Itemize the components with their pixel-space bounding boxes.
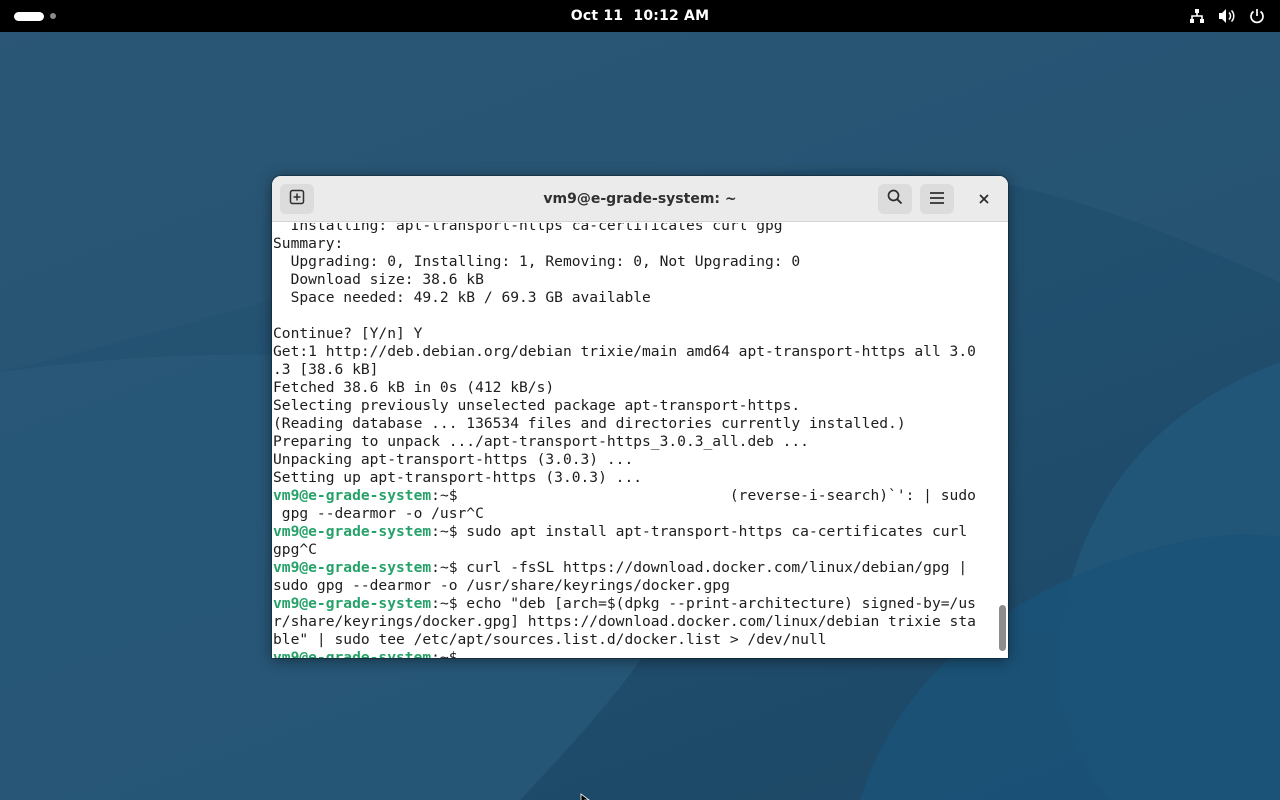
- prompt-suffix: :~$: [431, 487, 458, 504]
- volume-icon[interactable]: [1218, 7, 1236, 25]
- line-text: gpg^C: [273, 541, 317, 558]
- system-tray[interactable]: [1188, 0, 1266, 32]
- terminal-line: vm9@e-grade-system:~$ echo "deb [arch=$(…: [273, 595, 995, 613]
- terminal-line: gpg^C: [273, 541, 995, 559]
- terminal-line: Preparing to unpack .../apt-transport-ht…: [273, 433, 995, 451]
- clock[interactable]: Oct 11 10:12 AM: [571, 8, 709, 24]
- line-text: Upgrading: 0, Installing: 1, Removing: 0…: [273, 253, 801, 270]
- prompt-user-host: vm9@e-grade-system: [273, 595, 432, 612]
- terminal-line: sudo gpg --dearmor -o /usr/share/keyring…: [273, 577, 995, 595]
- terminal-output[interactable]: Installing: apt-transport-https ca-certi…: [272, 223, 1008, 658]
- prompt-user-host: vm9@e-grade-system: [273, 523, 432, 540]
- terminal-line: Get:1 http://deb.debian.org/debian trixi…: [273, 343, 995, 361]
- terminal-scrollbar[interactable]: [997, 223, 1006, 658]
- line-text: Summary:: [273, 235, 344, 252]
- terminal-line: Fetched 38.6 kB in 0s (412 kB/s): [273, 379, 995, 397]
- terminal-text: Installing: apt-transport-https ca-certi…: [273, 223, 995, 658]
- close-icon: [978, 190, 990, 209]
- prompt-suffix: :~$: [431, 523, 458, 540]
- line-text: curl -fsSL https://download.docker.com/l…: [457, 559, 968, 576]
- hamburger-menu-icon: [929, 190, 945, 209]
- terminal-line: Space needed: 49.2 kB / 69.3 GB availabl…: [273, 289, 995, 307]
- terminal-line: Upgrading: 0, Installing: 1, Removing: 0…: [273, 253, 995, 271]
- terminal-line: Summary:: [273, 235, 995, 253]
- network-icon[interactable]: [1188, 7, 1206, 25]
- terminal-line: Selecting previously unselected package …: [273, 397, 995, 415]
- line-text: gpg --dearmor -o /usr^C: [273, 505, 484, 522]
- line-text: Installing: apt-transport-https ca-certi…: [273, 223, 783, 234]
- new-tab-button[interactable]: [280, 184, 314, 214]
- workspace-indicator: [50, 13, 56, 19]
- search-icon: [887, 189, 903, 209]
- terminal-window[interactable]: vm9@e-grade-system: ~ Installing: apt-tr…: [272, 176, 1008, 658]
- terminal-line: Installing: apt-transport-https ca-certi…: [273, 223, 995, 235]
- line-text: (Reading database ... 136534 files and d…: [273, 415, 906, 432]
- terminal-line: Continue? [Y/n] Y: [273, 325, 995, 343]
- power-icon[interactable]: [1248, 7, 1266, 25]
- prompt-user-host: vm9@e-grade-system: [273, 649, 432, 658]
- terminal-line: Setting up apt-transport-https (3.0.3) .…: [273, 469, 995, 487]
- terminal-line: vm9@e-grade-system:~$: [273, 649, 995, 658]
- line-text: Unpacking apt-transport-https (3.0.3) ..…: [273, 451, 634, 468]
- line-text: Download size: 38.6 kB: [273, 271, 484, 288]
- line-text: Selecting previously unselected package …: [273, 397, 801, 414]
- prompt-suffix: :~$: [431, 595, 458, 612]
- prompt-user-host: vm9@e-grade-system: [273, 487, 432, 504]
- line-text: Setting up apt-transport-https (3.0.3) .…: [273, 469, 643, 486]
- workspace-indicator-active: [14, 11, 44, 21]
- terminal-line: r/share/keyrings/docker.gpg] https://dow…: [273, 613, 995, 631]
- terminal-line: Unpacking apt-transport-https (3.0.3) ..…: [273, 451, 995, 469]
- line-text: r/share/keyrings/docker.gpg] https://dow…: [273, 613, 976, 630]
- line-text: echo "deb [arch=$(dpkg --print-architect…: [457, 595, 976, 612]
- terminal-line: gpg --dearmor -o /usr^C: [273, 505, 995, 523]
- terminal-line: vm9@e-grade-system:~$ curl -fsSL https:/…: [273, 559, 995, 577]
- prompt-user-host: vm9@e-grade-system: [273, 559, 432, 576]
- terminal-line: (Reading database ... 136534 files and d…: [273, 415, 995, 433]
- terminal-line: ble" | sudo tee /etc/apt/sources.list.d/…: [273, 631, 995, 649]
- top-bar: Oct 11 10:12 AM: [0, 0, 1280, 32]
- line-text: Continue? [Y/n] Y: [273, 325, 423, 342]
- terminal-line: Download size: 38.6 kB: [273, 271, 995, 289]
- new-tab-icon: [289, 189, 305, 209]
- line-text: Get:1 http://deb.debian.org/debian trixi…: [273, 343, 976, 360]
- line-text: Space needed: 49.2 kB / 69.3 GB availabl…: [273, 289, 651, 306]
- mouse-pointer-icon: [580, 790, 592, 800]
- line-text: Preparing to unpack .../apt-transport-ht…: [273, 433, 809, 450]
- search-button[interactable]: [878, 184, 912, 214]
- window-headerbar[interactable]: vm9@e-grade-system: ~: [272, 176, 1008, 222]
- terminal-line: vm9@e-grade-system:~$ (reverse-i-search)…: [273, 487, 995, 505]
- line-text: Fetched 38.6 kB in 0s (412 kB/s): [273, 379, 555, 396]
- activities-button[interactable]: [14, 10, 56, 22]
- scrollbar-thumb[interactable]: [999, 605, 1006, 651]
- close-button[interactable]: [967, 184, 1001, 214]
- line-text: (reverse-i-search)`': | sudo: [457, 487, 976, 504]
- line-text: sudo apt install apt-transport-https ca-…: [457, 523, 968, 540]
- line-text: ble" | sudo tee /etc/apt/sources.list.d/…: [273, 631, 827, 648]
- line-text: sudo gpg --dearmor -o /usr/share/keyring…: [273, 577, 730, 594]
- terminal-line: vm9@e-grade-system:~$ sudo apt install a…: [273, 523, 995, 541]
- line-text: .3 [38.6 kB]: [273, 361, 379, 378]
- prompt-suffix: :~$: [431, 559, 458, 576]
- menu-button[interactable]: [920, 184, 954, 214]
- terminal-line: .3 [38.6 kB]: [273, 361, 995, 379]
- prompt-suffix: :~$: [431, 649, 458, 658]
